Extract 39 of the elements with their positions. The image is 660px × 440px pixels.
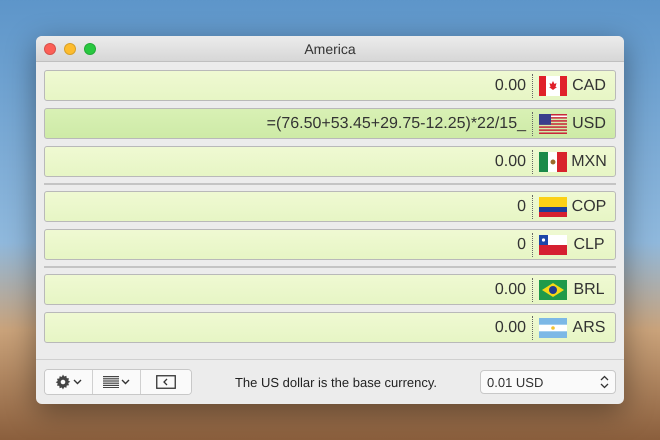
currency-code: MXN xyxy=(571,152,607,170)
sidebar-toggle-icon xyxy=(156,375,176,389)
close-button[interactable] xyxy=(44,42,56,54)
flag-icon xyxy=(539,152,567,172)
flag-icon xyxy=(539,280,567,300)
amount-text: 0.00 xyxy=(494,280,526,298)
stepper-arrows-icon xyxy=(600,375,609,389)
currency-field[interactable]: 0.00 CAD xyxy=(44,70,616,101)
currency-code: CLP xyxy=(572,236,606,254)
currency-field[interactable]: 0.00 ARS xyxy=(44,312,616,343)
currency-field[interactable]: =(76.50+53.45+29.75-12.25)*22/15_ USD xyxy=(44,108,616,139)
amount-text: 0 xyxy=(517,236,526,254)
currency-field[interactable]: 0 COP xyxy=(44,191,616,222)
settings-icon xyxy=(55,374,71,390)
amount-text: 0 xyxy=(517,198,526,216)
settings-button[interactable] xyxy=(45,370,93,394)
amount-text: 0.00 xyxy=(494,152,526,170)
currency-field[interactable]: 0.00 BRL xyxy=(44,274,616,305)
currency-code: BRL xyxy=(572,280,606,298)
currency-code: USD xyxy=(571,114,607,132)
currency-code: ARS xyxy=(572,318,606,336)
window-title: America xyxy=(304,40,356,56)
flag-icon xyxy=(539,234,567,254)
list-icon xyxy=(103,376,119,388)
status-message: The US dollar is the base currency. xyxy=(234,374,438,390)
chevron-down-icon xyxy=(121,379,130,385)
currency-field[interactable]: 0 CLP xyxy=(44,229,616,260)
currency-code: CAD xyxy=(571,76,607,94)
currency-code: COP xyxy=(571,198,607,216)
amount-text: =(76.50+53.45+29.75-12.25)*22/15_ xyxy=(266,114,526,132)
chevron-down-icon xyxy=(73,379,82,385)
amount-text: 0.00 xyxy=(494,76,526,94)
flag-icon xyxy=(539,318,567,338)
currency-field[interactable]: 0.00 MXN xyxy=(44,146,616,177)
flag-icon xyxy=(539,196,567,216)
rounding-popup[interactable]: 0.01 USD xyxy=(480,370,616,394)
flag-icon xyxy=(539,76,567,96)
amount-text: 0.00 xyxy=(494,318,526,336)
flag-icon xyxy=(539,114,567,134)
